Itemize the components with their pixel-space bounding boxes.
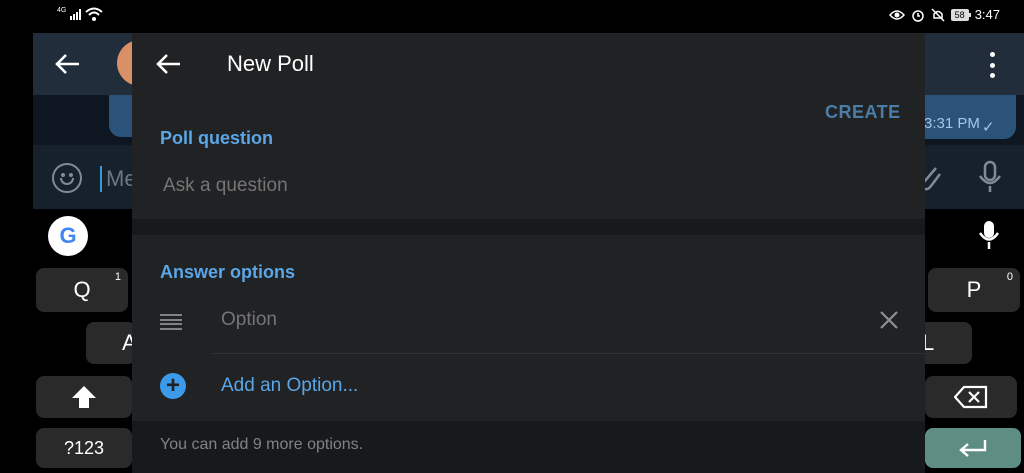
eye-icon	[888, 9, 905, 20]
plus-circle-icon[interactable]: +	[160, 373, 186, 399]
backspace-key[interactable]	[925, 376, 1017, 418]
clock: 3:47	[974, 7, 1000, 22]
status-bar: 4G 58 3:47	[0, 0, 1024, 33]
mic-icon[interactable]	[975, 160, 1005, 194]
numbers-key[interactable]: ?123	[36, 428, 132, 468]
enter-key[interactable]	[925, 428, 1021, 468]
backspace-icon	[954, 385, 988, 409]
wifi-icon	[85, 7, 104, 21]
question-input[interactable]	[163, 175, 883, 197]
shift-key[interactable]	[36, 376, 132, 418]
status-right: 58 3:47	[888, 7, 1000, 22]
add-option-button[interactable]: Add an Option...	[221, 375, 358, 397]
close-icon[interactable]	[878, 309, 900, 331]
back-arrow-icon[interactable]	[55, 52, 81, 76]
answers-section-title: Answer options	[160, 262, 296, 282]
signal-icon	[70, 8, 82, 20]
enter-icon	[959, 440, 987, 457]
new-poll-dialog: New Poll CREATE Poll question Answer opt…	[132, 33, 925, 473]
key-a[interactable]: A	[86, 322, 137, 364]
key-p[interactable]: P0	[928, 268, 1020, 312]
keyboard-mic-icon[interactable]	[977, 220, 1001, 250]
question-section	[132, 95, 925, 219]
dialog-title: New Poll	[227, 51, 314, 76]
mute-icon	[931, 7, 945, 22]
google-icon[interactable]: G	[48, 216, 88, 256]
key-q[interactable]: Q1	[36, 268, 128, 312]
back-arrow-icon[interactable]	[156, 52, 182, 76]
option-divider	[212, 353, 925, 354]
status-left: 4G	[57, 6, 104, 21]
alarm-icon	[911, 9, 924, 22]
emoji-icon[interactable]	[52, 163, 82, 193]
shift-icon	[72, 386, 96, 408]
drag-handle-icon[interactable]	[160, 314, 182, 330]
more-options-icon[interactable]	[986, 52, 998, 78]
question-section-title: Poll question	[160, 128, 274, 148]
read-check-icon: ✓	[982, 119, 995, 136]
message-time: 3:31 PM	[924, 115, 980, 132]
create-button[interactable]: CREATE	[825, 102, 901, 123]
network-type: 4G	[57, 6, 67, 14]
battery-indicator: 58	[950, 8, 971, 21]
options-remaining-note: You can add 9 more options.	[160, 436, 364, 453]
option-input[interactable]	[221, 309, 841, 331]
